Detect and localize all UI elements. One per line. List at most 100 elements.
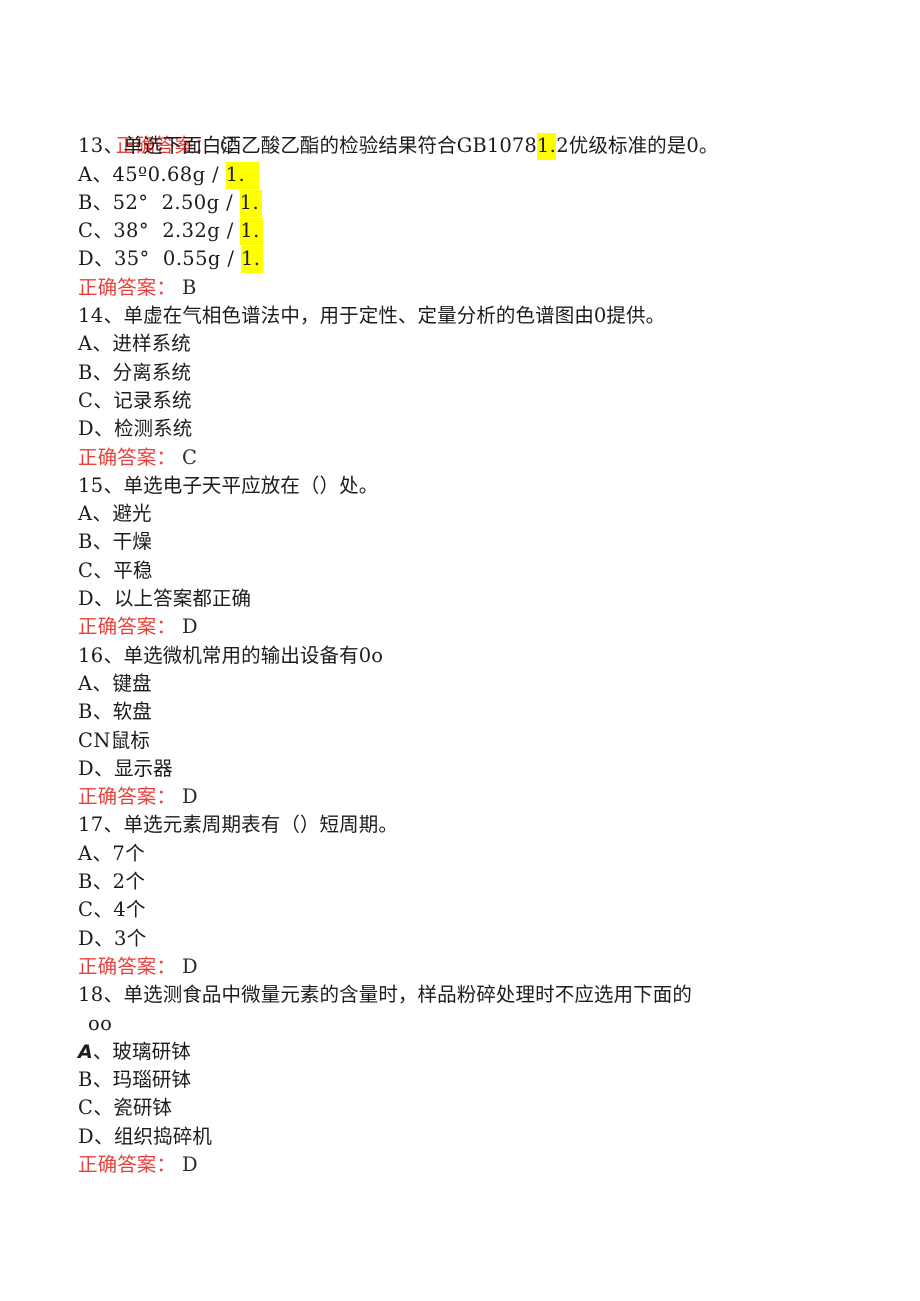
answer-letter: B (182, 275, 197, 299)
question-stem: 13、单选下面白酒乙酸乙酯的检验结果符合GB10781.2优级标准的是0。 (78, 132, 868, 161)
option-row: B、2个 (78, 868, 868, 896)
answer-line: 正确答案： C (78, 444, 868, 472)
option-letter: B、 (78, 700, 113, 724)
highlight-run: 1. (239, 189, 263, 217)
option-letter: A、 (78, 502, 113, 526)
option-letter: B、 (78, 190, 113, 214)
option-letter: A、 (78, 162, 113, 186)
question-type-tag: 单选 (123, 983, 163, 1007)
option-text: 干燥 (112, 530, 152, 554)
option-row: D、显示器 (78, 755, 868, 783)
option-text: 35° 0.55g / (113, 247, 241, 271)
answer-label: 正确答案： (78, 785, 177, 809)
option-text: 3个 (113, 926, 147, 950)
question-stem-text: 元素周期表有（）短周期。 (162, 813, 398, 837)
answer-label: 正确答案： (78, 954, 177, 978)
option-text: 45º0.68g / (112, 162, 226, 186)
question-type-tag: 单选 (123, 813, 163, 837)
question-stem-text: 在气相色谱法中，用于定性、定量分析的色谱图由0提供。 (162, 304, 666, 328)
option-text: 记录系统 (113, 388, 192, 412)
answer-letter: D (182, 954, 199, 978)
question-type-tag: 单选 (123, 134, 163, 158)
question-stem-text: 下面白酒乙酸乙酯的检验结果符合GB1078 (162, 134, 537, 158)
question-stem: 18、单选测食品中微量元素的含量时，样品粉碎处理时不应选用下面的 (78, 981, 868, 1009)
answer-line: 正确答案： D (78, 1151, 868, 1179)
question-type-tag: 单选 (123, 473, 163, 497)
option-row: CN鼠标 (78, 727, 868, 755)
option-row: A、避光 (78, 500, 868, 528)
option-row: C、38° 2.32g / 1. (78, 217, 868, 246)
option-text: 分离系统 (112, 360, 192, 384)
option-letter: C、 (78, 388, 114, 412)
option-letter-suffix: 、 (92, 1039, 113, 1063)
option-text: 键盘 (112, 671, 152, 695)
option-row: B、分离系统 (78, 359, 868, 387)
option-letter: D、 (78, 1124, 114, 1148)
question-stem: 15、单选电子天平应放在（）处。 (78, 472, 868, 500)
option-letter: B、 (78, 360, 113, 384)
option-text: 进样系统 (112, 332, 191, 356)
option-row: B、52° 2.50g / 1. (78, 189, 868, 217)
option-row: C、瓷研钵 (78, 1094, 868, 1122)
question-number: 13、 (78, 134, 124, 158)
option-row: B、干燥 (78, 528, 868, 556)
option-text: 4个 (113, 898, 146, 922)
question-stem: 14、单虚在气相色谱法中，用于定性、定量分析的色谱图由0提供。 (78, 302, 868, 330)
document-page: 正确答案： C 13、单选下面白酒乙酸乙酯的检验结果符合GB10781.2优级标准… (0, 0, 920, 1301)
question-stem: 16、单选微机常用的输出设备有0o (78, 642, 868, 670)
option-text: 瓷研钵 (113, 1096, 173, 1120)
option-row: C、4个 (78, 896, 868, 924)
option-row: D、35° 0.55g / 1. (78, 245, 868, 274)
option-row: A、进样系统 (78, 330, 868, 358)
question-type-tag: 单选 (123, 643, 163, 667)
option-text: 显示器 (113, 756, 173, 780)
document-body: 正确答案： C 13、单选下面白酒乙酸乙酯的检验结果符合GB10781.2优级标准… (78, 104, 868, 1179)
answer-letter: D (182, 785, 199, 809)
option-text: 玻璃研钵 (112, 1039, 191, 1063)
option-letter: D、 (78, 587, 114, 611)
question-number: 14、 (78, 304, 124, 328)
option-row: B、软盘 (78, 698, 868, 726)
option-text: 软盘 (112, 700, 152, 724)
option-text: 7个 (112, 841, 146, 865)
option-letter: D、 (78, 247, 114, 271)
option-letter: C、 (78, 558, 114, 582)
option-text: 玛瑙研钵 (112, 1068, 192, 1092)
question-stem-text: 微机常用的输出设备有0o (162, 643, 384, 667)
option-text: 平稳 (113, 558, 153, 582)
option-row: A、键盘 (78, 670, 868, 698)
question-stem-continuation: oo (88, 1011, 113, 1035)
option-letter: A (78, 1040, 93, 1063)
option-row: D、以上答案都正确 (78, 585, 868, 613)
option-row: A、45º0.68g / 1. (78, 161, 868, 189)
option-text: 检测系统 (113, 417, 193, 441)
question-stem-text: 测食品中微量元素的含量时，样品粉碎处理时不应选用下面的 (162, 983, 692, 1007)
question-stem-text: 电子天平应放在（）处。 (162, 473, 379, 497)
answer-label: 正确答案： (78, 275, 177, 299)
option-letter: D、 (78, 756, 114, 780)
option-text: 鼠标 (110, 728, 150, 752)
option-letter: C、 (78, 219, 114, 243)
answer-line: 正确答案： D (78, 953, 868, 981)
answer-line: 正确答案： B (78, 274, 868, 302)
option-row: C、记录系统 (78, 387, 868, 415)
option-letter: C、 (78, 898, 114, 922)
option-row: B、玛瑙研钵 (78, 1066, 868, 1094)
option-text: 52° 2.50g / (112, 190, 240, 214)
option-letter: C、 (78, 1096, 114, 1120)
answer-letter: D (182, 1152, 199, 1176)
option-letter: A、 (78, 671, 113, 695)
question-stem-text-tail: 2优级标准的是0。 (556, 134, 719, 158)
answer-label: 正确答案： (78, 615, 177, 639)
highlight-run: 1. (536, 133, 557, 161)
option-text: 避光 (112, 502, 152, 526)
answer-label: 正确答案： (78, 445, 177, 469)
answer-letter: C (182, 445, 198, 469)
highlight-run: 1. (225, 161, 260, 189)
option-row: A、7个 (78, 840, 868, 868)
answer-line: 正确答案： D (78, 613, 868, 641)
option-row: D、检测系统 (78, 415, 868, 443)
option-letter: B、 (78, 870, 113, 894)
answer-label: 正确答案： (78, 1152, 177, 1176)
question-number: 16、 (78, 643, 124, 667)
